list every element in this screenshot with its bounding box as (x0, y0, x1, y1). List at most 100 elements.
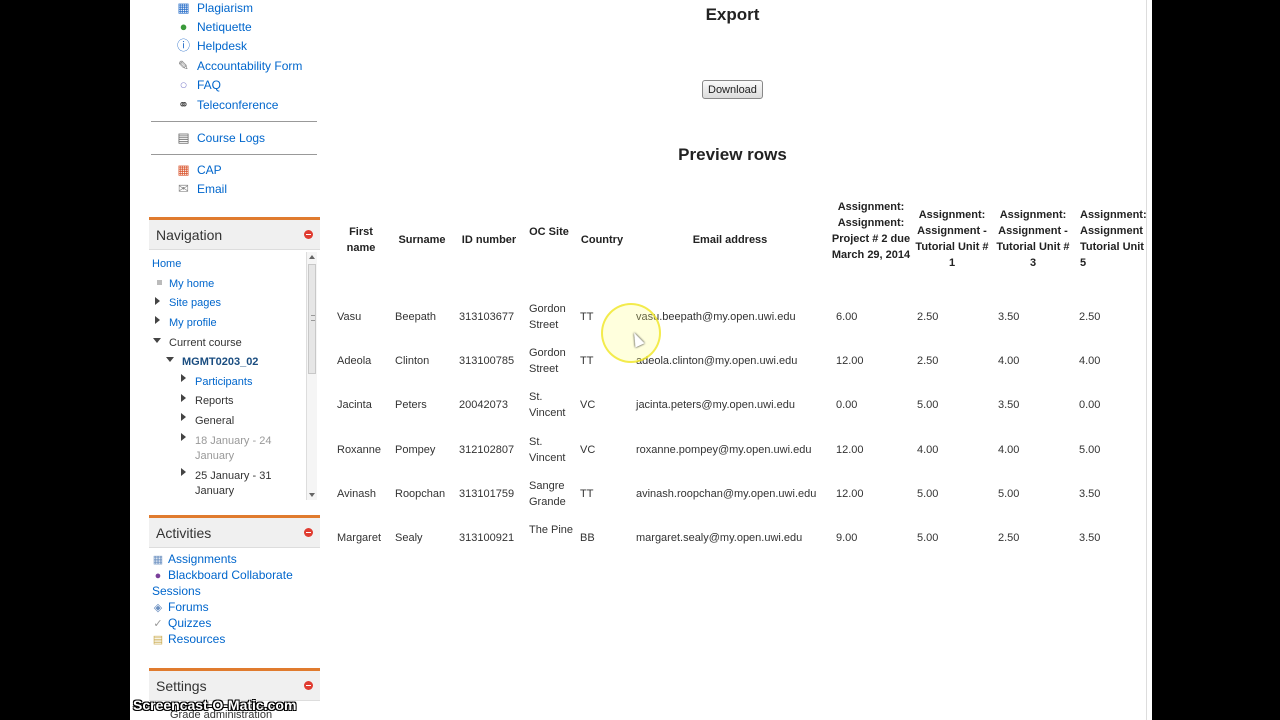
scroll-up-icon[interactable] (309, 255, 315, 259)
nav-participants[interactable]: Participants (195, 376, 252, 388)
sidebar-link-netiquette[interactable]: ● Netiquette (175, 19, 252, 35)
cell-tutorial-1: 4.00 (917, 444, 939, 456)
cell-first-name: Adeola (337, 355, 372, 367)
column-header-tutorial-5: Assignment: Assignment - Tutorial Unit #… (1080, 209, 1146, 269)
sidebar-divider (151, 154, 317, 155)
download-button[interactable]: Download (702, 80, 763, 99)
nav-home[interactable]: Home (152, 258, 181, 270)
nav-week-2[interactable]: 25 January - 31 January (195, 469, 285, 499)
expand-icon[interactable] (181, 468, 186, 476)
cell-email: margaret.sealy@my.open.uwi.edu (636, 532, 803, 544)
expand-icon[interactable] (181, 413, 186, 421)
cell-project-2: 12.00 (836, 355, 864, 367)
page: ▦ Plagiarism ● Netiquette ⓘ Helpdesk ✎ A… (130, 0, 1146, 720)
cell-id-number: 313100785 (459, 355, 515, 367)
cell-country: VC (580, 444, 596, 456)
nav-my-profile[interactable]: My profile (169, 317, 217, 329)
book-icon: ▦ (177, 0, 190, 15)
cell-tutorial-3: 2.50 (998, 532, 1020, 544)
cell-tutorial-1: 5.00 (917, 532, 939, 544)
activity-forums[interactable]: ◈ Forums (151, 600, 209, 614)
people-icon: ● (179, 19, 188, 34)
cell-surname: Clinton (395, 355, 430, 367)
nav-reports[interactable]: Reports (195, 395, 234, 407)
column-header-country: Country (580, 234, 624, 246)
column-header-tutorial-1: Assignment: Assignment - Tutorial Unit #… (915, 209, 989, 269)
column-header-oc-site: OC Site (529, 226, 569, 238)
close-icon[interactable] (304, 230, 313, 239)
nav-my-home[interactable]: My home (169, 278, 214, 290)
activity-blackboard-collaborate[interactable]: ● Blackboard Collaborate (151, 568, 293, 582)
help-icon: ⓘ (176, 38, 190, 53)
activity-sessions[interactable]: Sessions (152, 584, 201, 598)
cell-country: TT (580, 355, 594, 367)
expand-icon[interactable] (181, 374, 186, 382)
scroll-down-icon[interactable] (309, 493, 315, 497)
close-icon[interactable] (304, 528, 313, 537)
close-icon[interactable] (304, 681, 313, 690)
navigation-scrollbar[interactable] (306, 252, 317, 500)
sidebar-link-email[interactable]: ✉ Email (175, 181, 227, 197)
sidebar-divider (151, 121, 317, 122)
cell-first-name: Margaret (337, 532, 382, 544)
nav-week-1[interactable]: 18 January - 24 January (195, 434, 285, 464)
cell-email: vasu.beepath@my.open.uwi.edu (636, 311, 796, 323)
sidebar-link-plagiarism[interactable]: ▦ Plagiarism (175, 0, 253, 16)
cell-surname: Sealy (395, 532, 423, 544)
column-header-first-name: First name (346, 226, 376, 254)
sidebar-link-cap[interactable]: ▦ CAP (175, 162, 221, 178)
cell-oc-site: St. Vincent (529, 391, 566, 419)
export-heading: Export (705, 5, 760, 24)
forum-icon: ◈ (153, 602, 163, 614)
chat-icon: ○ (179, 77, 188, 92)
cell-tutorial-3: 3.50 (998, 311, 1020, 323)
cell-id-number: 312102807 (459, 444, 515, 456)
cell-tutorial-1: 2.50 (917, 355, 939, 367)
sidebar-link-helpdesk[interactable]: ⓘ Helpdesk (175, 38, 247, 54)
assignment-icon: ▦ (152, 554, 164, 566)
nav-general[interactable]: General (195, 415, 234, 427)
sidebar-link-course-logs[interactable]: ▤ Course Logs (175, 130, 265, 146)
activity-assignments[interactable]: ▦ Assignments (151, 552, 237, 566)
cell-oc-site: St. Vincent (529, 436, 566, 464)
nav-current-course[interactable]: Current course (169, 337, 242, 349)
nav-site-pages[interactable]: Site pages (169, 297, 221, 309)
cell-id-number: 313103677 (459, 311, 515, 323)
cell-tutorial-1: 5.00 (917, 399, 939, 411)
cell-oc-site: Gordon Street (529, 303, 566, 331)
cell-email: adeola.clinton@my.open.uwi.edu (636, 355, 798, 367)
cell-tutorial-5: 3.50 (1079, 532, 1101, 544)
activities-block: Activities (149, 515, 320, 548)
cell-project-2: 0.00 (836, 399, 858, 411)
navigation-tree: Home My home Site pages My profile Curre… (149, 250, 320, 502)
cell-tutorial-3: 3.50 (998, 399, 1020, 411)
headphones-icon: ⚭ (178, 97, 189, 112)
cell-email: jacinta.peters@my.open.uwi.edu (636, 399, 795, 411)
sidebar-link-teleconference[interactable]: ⚭ Teleconference (175, 97, 278, 113)
cell-first-name: Roxanne (337, 444, 382, 456)
activity-quizzes[interactable]: ✓ Quizzes (151, 616, 211, 630)
scroll-thumb[interactable] (308, 264, 316, 374)
window-edge (1146, 0, 1152, 720)
expand-icon[interactable] (155, 297, 160, 305)
cell-project-2: 12.00 (836, 444, 864, 456)
sidebar-link-faq[interactable]: ○ FAQ (175, 77, 221, 93)
column-header-id-number: ID number (461, 234, 517, 246)
expand-icon[interactable] (155, 316, 160, 324)
cell-tutorial-5: 5.00 (1079, 444, 1101, 456)
cell-project-2: 6.00 (836, 311, 858, 323)
cell-tutorial-5: 3.50 (1079, 488, 1101, 500)
collapse-icon[interactable] (153, 338, 161, 343)
cell-surname: Beepath (395, 311, 436, 323)
cell-email: roxanne.pompey@my.open.uwi.edu (636, 444, 812, 456)
expand-icon[interactable] (181, 394, 186, 402)
cell-country: BB (580, 532, 595, 544)
cell-country: TT (580, 311, 594, 323)
activity-resources[interactable]: ▤ Resources (151, 632, 226, 646)
cell-oc-site: Gordon Street (529, 347, 566, 375)
sidebar-link-accountability-form[interactable]: ✎ Accountability Form (175, 58, 302, 74)
expand-icon[interactable] (181, 433, 186, 441)
nav-course-code[interactable]: MGMT0203_02 (182, 356, 258, 368)
collapse-icon[interactable] (166, 357, 174, 362)
cell-tutorial-5: 4.00 (1079, 355, 1101, 367)
